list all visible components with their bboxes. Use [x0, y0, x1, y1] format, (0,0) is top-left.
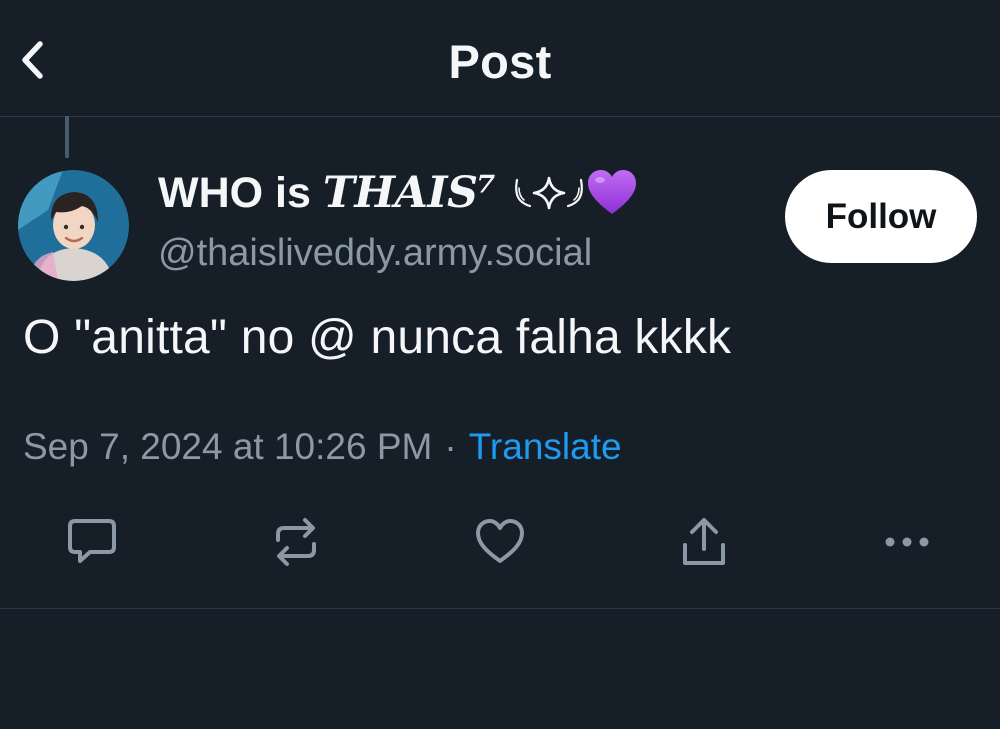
post-meta: Sep 7, 2024 at 10:26 PM · Translate [23, 426, 622, 468]
display-name-stylized: THAIS⁷ [322, 168, 497, 218]
action-bar [0, 510, 1000, 609]
sparkle-icon [532, 176, 566, 210]
reply-button[interactable] [62, 512, 122, 572]
reply-icon [68, 519, 116, 563]
display-name-text: WHO is [158, 168, 311, 217]
repost-button[interactable] [266, 512, 326, 572]
share-button[interactable] [674, 512, 734, 572]
purple-heart-icon [587, 170, 636, 214]
page-title: Post [448, 35, 552, 88]
share-icon [683, 518, 725, 565]
thread-line [65, 116, 69, 158]
name-emojis [512, 169, 638, 217]
follow-button[interactable]: Follow [785, 170, 977, 263]
translate-link[interactable]: Translate [469, 426, 622, 468]
top-bar: Post [0, 0, 1000, 117]
more-icon [885, 537, 929, 547]
avatar[interactable] [18, 170, 129, 281]
like-icon [476, 519, 524, 563]
avatar-image [18, 170, 129, 281]
author-handle[interactable]: @thaisliveddy.army.social [158, 232, 592, 275]
post-timestamp[interactable]: Sep 7, 2024 at 10:26 PM [23, 426, 432, 468]
author-display-name[interactable]: WHO is THAIS⁷ [158, 166, 638, 220]
repost-icon [276, 518, 316, 566]
like-button[interactable] [470, 512, 530, 572]
wing-right-icon [566, 178, 583, 208]
meta-separator: · [444, 426, 457, 467]
post-screen: Post WHO is THAIS⁷ @thaisliveddy.army.so… [0, 0, 1000, 729]
more-button[interactable] [877, 512, 937, 572]
post-text: O "anitta" no @ nunca falha kkkk [23, 311, 732, 364]
wing-left-icon [514, 178, 532, 208]
